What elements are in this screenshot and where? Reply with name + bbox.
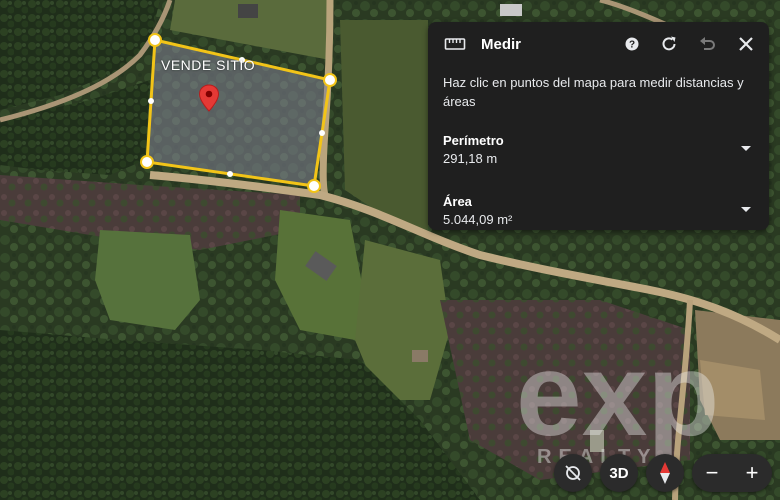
measure-instructions: Haz clic en puntos del mapa para medir d… xyxy=(443,75,744,109)
chevron-down-icon[interactable] xyxy=(741,207,751,212)
tilt-disabled-icon xyxy=(565,465,581,481)
3d-toggle-button[interactable]: 3D xyxy=(600,454,638,492)
location-pin-icon[interactable] xyxy=(198,84,220,112)
close-button[interactable] xyxy=(735,33,757,55)
chevron-down-icon[interactable] xyxy=(741,146,751,151)
area-value: 5.044,09 m² xyxy=(443,212,513,227)
ruler-icon xyxy=(444,38,466,50)
undo-button[interactable] xyxy=(696,33,718,55)
vertex-handle xyxy=(148,33,162,47)
help-button[interactable]: ? xyxy=(621,33,643,55)
compass-button[interactable] xyxy=(646,454,684,492)
help-icon: ? xyxy=(625,37,639,51)
compass-icon xyxy=(660,462,670,484)
perimeter-value: 291,18 m xyxy=(443,151,498,166)
tilt-button[interactable] xyxy=(554,454,592,492)
area-section[interactable]: Área 5.044,09 m² xyxy=(443,193,753,229)
midpoint-handle xyxy=(148,98,154,104)
zoom-in-button[interactable]: + xyxy=(732,454,772,492)
measure-panel-header: Medir ? xyxy=(428,22,769,66)
watermark-text: exp xyxy=(516,340,719,461)
zoom-out-button[interactable]: − xyxy=(692,454,732,492)
undo-icon xyxy=(700,37,715,50)
vertex-handle xyxy=(307,179,321,193)
zoom-controls: − + xyxy=(692,454,772,492)
measure-panel: Medir ? Haz clic en puntos del mapa para… xyxy=(428,22,769,230)
perimeter-label: Perímetro xyxy=(443,133,504,148)
midpoint-handle xyxy=(319,130,325,136)
refresh-icon xyxy=(662,36,676,51)
refresh-button[interactable] xyxy=(658,33,680,55)
svg-text:?: ? xyxy=(629,40,635,51)
close-icon xyxy=(739,37,753,51)
vertex-handle xyxy=(323,73,337,87)
midpoint-handle xyxy=(227,171,233,177)
area-label: Área xyxy=(443,194,472,209)
measure-panel-title: Medir xyxy=(481,36,522,53)
perimeter-section[interactable]: Perímetro 291,18 m xyxy=(443,132,753,168)
vertex-handle xyxy=(140,155,154,169)
site-label: VENDE SITIO xyxy=(161,57,256,73)
